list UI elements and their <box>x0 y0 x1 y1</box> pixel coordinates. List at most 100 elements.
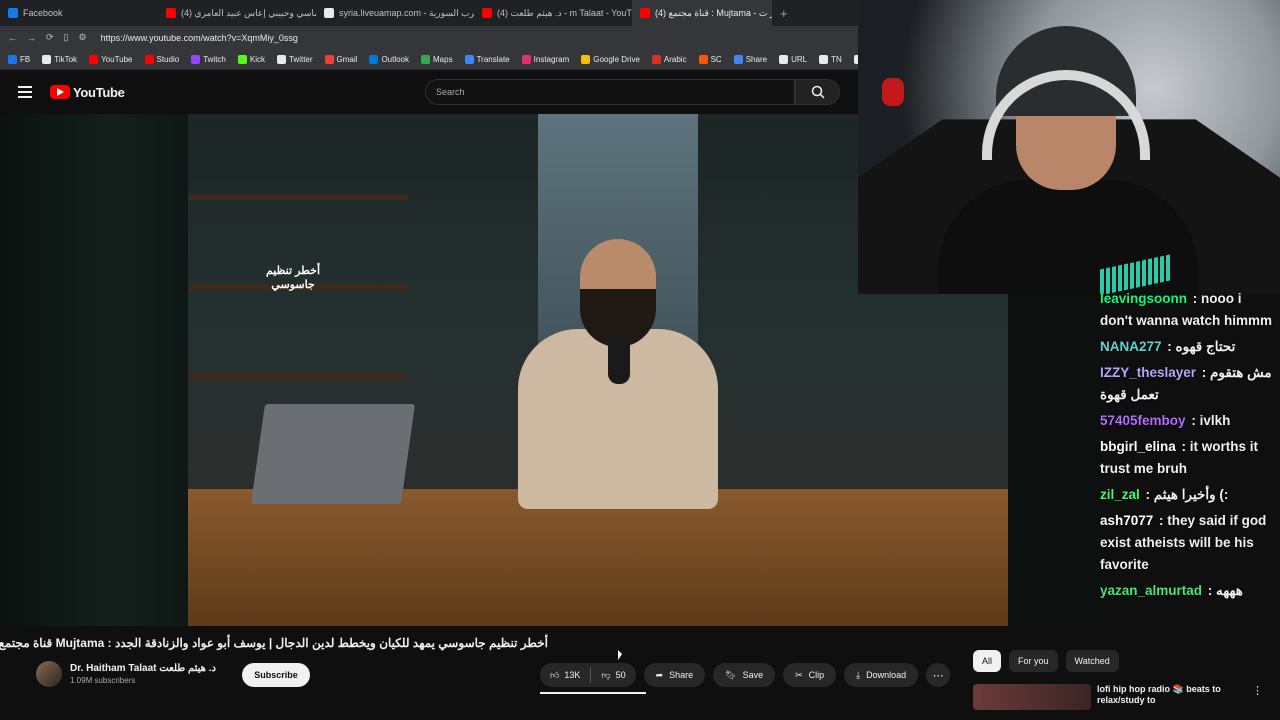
bookmark-kick[interactable]: Kick <box>237 54 265 64</box>
search-input[interactable]: Search <box>425 79 795 105</box>
chip-for-you[interactable]: For you <box>1009 650 1058 672</box>
video-overlay-text: أخطر تنظيم جاسوسي <box>265 265 321 291</box>
back-icon[interactable]: ← <box>8 33 17 43</box>
bookmark-favicon-icon <box>651 54 661 64</box>
bookmark-sc[interactable]: SC <box>698 54 722 64</box>
recommendation-thumbnail[interactable] <box>973 684 1091 710</box>
clip-button[interactable]: ✂ Clip <box>783 663 837 687</box>
bookmark-share[interactable]: Share <box>733 54 768 64</box>
bookmark-label: URL <box>791 54 808 64</box>
progress-indicator <box>540 692 646 694</box>
bookmark-label: FB <box>20 54 31 64</box>
youtube-icon <box>166 8 176 18</box>
chip-all[interactable]: All <box>973 650 1002 672</box>
mouse-cursor-icon <box>618 650 622 660</box>
scissors-icon: ✂ <box>795 669 803 680</box>
recommendation-item[interactable]: lofi hip hop radio 📚 beats to relax/stud… <box>973 684 1263 710</box>
youtube-logo[interactable]: YouTube <box>50 85 125 100</box>
site-info-icon[interactable]: ⚙ <box>79 32 87 43</box>
bookmark-gmail[interactable]: Gmail <box>324 54 358 64</box>
video-dark-margin <box>0 114 188 626</box>
chat-username[interactable]: zil_zal <box>1100 487 1140 502</box>
bookmark-twitch[interactable]: Twitch <box>191 54 226 64</box>
hamburger-menu-icon[interactable] <box>18 86 32 98</box>
chat-username[interactable]: yazan_almurtad <box>1100 583 1202 598</box>
youtube-wordmark: YouTube <box>73 84 125 100</box>
tab-youtube-music[interactable]: (4) إماسي وحبيبي إعاس عبيد العامري <box>158 0 316 26</box>
bookmark-label: Gmail <box>336 54 358 64</box>
subscribe-button[interactable]: Subscribe <box>242 663 310 687</box>
save-label: Save <box>742 670 764 680</box>
tab-liveuamap[interactable]: syria.liveuamap.com - الحرب السورية <box>316 0 474 26</box>
bookmark-label: Twitter <box>288 54 313 64</box>
url-input[interactable]: https://www.youtube.com/watch?v=XqmMiy_0… <box>101 33 298 43</box>
dislike-button[interactable]: 👎︎ 50 <box>591 663 635 687</box>
new-tab-button[interactable]: + <box>772 6 796 21</box>
red-light-decoration <box>882 78 904 106</box>
thumbs-down-icon: 👎︎ <box>601 669 611 680</box>
recommendation-title[interactable]: lofi hip hop radio 📚 beats to relax/stud… <box>1097 684 1237 706</box>
chat-message: NANA277 : تحتاج قهوه <box>1096 334 1280 360</box>
like-button[interactable]: 👍︎ 13K <box>540 663 590 687</box>
bookmark-tiktok[interactable]: TikTok <box>42 54 78 64</box>
chat-separator: : <box>1198 365 1211 380</box>
bookmark-arabic[interactable]: Arabic <box>651 54 687 64</box>
bookmark-label: TikTok <box>54 54 78 64</box>
bookmark-translate[interactable]: Translate <box>464 54 510 64</box>
save-button[interactable]: 🔖︎ Save <box>713 663 776 687</box>
tab-facebook[interactable]: Facebook <box>0 0 158 26</box>
bookmark-fb[interactable]: FB <box>8 54 31 64</box>
chat-username[interactable]: bbgirl_elina <box>1100 439 1176 454</box>
bookmark-maps[interactable]: Maps <box>421 54 453 64</box>
reload-icon[interactable]: ⟳ <box>46 32 54 43</box>
bookmark-studio[interactable]: Studio <box>144 54 179 64</box>
download-button[interactable]: ⤓ Download <box>844 663 919 687</box>
channel-info: Dr. Haitham Talaat د. هيثم طلعت 1.09M su… <box>36 661 216 687</box>
like-count: 13K <box>564 670 581 680</box>
share-button[interactable]: ➦ Share <box>643 663 706 687</box>
chat-text: ivlkh <box>1199 413 1231 428</box>
chat-text: هههه <box>1216 583 1243 598</box>
liveuamap-icon <box>324 8 334 18</box>
tab-haitham-talaat[interactable]: (4) د. هيثم طلعت - m Talaat - YouTube <box>474 0 632 26</box>
bookmark-google-drive[interactable]: Google Drive <box>581 54 640 64</box>
kebab-menu-icon[interactable]: ⋮ <box>1252 684 1263 710</box>
tab-label: Facebook <box>23 8 63 18</box>
bookmark-youtube[interactable]: YouTube <box>89 54 133 64</box>
forward-icon[interactable]: → <box>27 33 36 43</box>
download-icon: ⤓ <box>856 669 861 680</box>
bookmark-outlook[interactable]: Outlook <box>369 54 409 64</box>
chat-username[interactable]: ash7077 <box>1100 513 1153 528</box>
channel-avatar[interactable] <box>36 661 62 687</box>
more-actions-button[interactable]: ⋯ <box>926 663 951 687</box>
search-button[interactable] <box>795 79 840 105</box>
chat-text: وأخيرا هيثم (: <box>1153 487 1229 502</box>
bookmark-favicon-icon <box>369 54 379 64</box>
bookmark-favicon-icon <box>8 54 17 64</box>
bookmark-url[interactable]: URL <box>779 54 808 64</box>
bookmark-label: Maps <box>433 54 453 64</box>
bookmark-twitter[interactable]: Twitter <box>276 54 313 64</box>
bookmark-label: YouTube <box>101 54 133 64</box>
bookmark-tn[interactable]: TN <box>819 54 842 64</box>
chat-username[interactable]: IZZY_theslayer <box>1100 365 1196 380</box>
chat-message: leavingsoonn : nooo i don't wanna watch … <box>1096 286 1280 334</box>
webcam-overlay <box>858 0 1280 294</box>
chip-watched[interactable]: Watched <box>1065 650 1119 672</box>
channel-name[interactable]: Dr. Haitham Talaat د. هيثم طلعت <box>70 663 216 674</box>
chat-username[interactable]: leavingsoonn <box>1100 291 1187 306</box>
bookmark-favicon-icon <box>779 54 789 64</box>
share-icon: ➦ <box>655 669 664 680</box>
chat-username[interactable]: NANA277 <box>1100 339 1162 354</box>
clip-label: Clip <box>808 670 825 680</box>
bookmark-label: Share <box>745 54 768 64</box>
bookmark-label: TN <box>831 54 842 64</box>
chat-username[interactable]: 57405femboy <box>1100 413 1186 428</box>
bookmark-favicon-icon <box>733 54 743 64</box>
bookmark-instagram[interactable]: Instagram <box>521 54 569 64</box>
bookmark-label: Arabic <box>663 54 687 64</box>
tab-mujtama-active[interactable]: (4) قناة مجتمع : Mujtama - أخطر ت✕ <box>632 0 772 26</box>
bookmark-label: Google Drive <box>593 54 640 64</box>
bookmark-icon[interactable]: ▯ <box>64 32 69 43</box>
bookshelf <box>188 374 408 380</box>
